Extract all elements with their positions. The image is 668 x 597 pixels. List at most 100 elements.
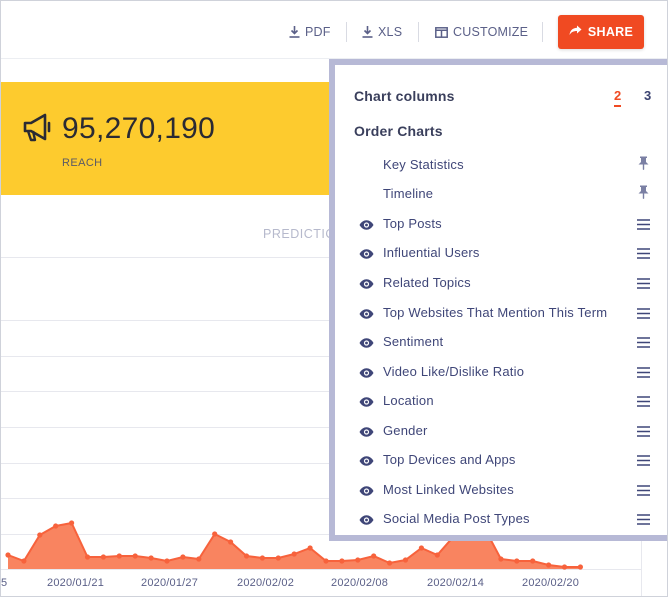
data-point[interactable]	[148, 555, 154, 561]
chart-order-item-label: Timeline	[383, 186, 434, 201]
data-point[interactable]	[387, 560, 393, 566]
chart-order-item[interactable]: Influential Users	[335, 242, 667, 264]
drag-handle-icon[interactable]	[637, 246, 650, 264]
data-point[interactable]	[418, 545, 424, 551]
chart-order-item[interactable]: Timeline	[335, 183, 667, 205]
chart-order-item[interactable]: Top Posts	[335, 213, 667, 235]
top-toolbar: PDF XLS CUSTOMIZE SHARE	[1, 1, 667, 59]
data-point[interactable]	[164, 558, 170, 564]
eye-icon[interactable]	[359, 246, 374, 264]
columns-icon	[435, 26, 448, 38]
download-icon	[289, 26, 300, 38]
toolbar-divider	[346, 22, 347, 42]
data-point[interactable]	[116, 553, 122, 559]
chart-order-item[interactable]: Location	[335, 390, 667, 412]
chart-order-item[interactable]: Related Topics	[335, 272, 667, 294]
drag-handle-icon[interactable]	[637, 453, 650, 471]
eye-icon[interactable]	[359, 335, 374, 353]
reach-label: REACH	[62, 157, 103, 169]
drag-handle-icon[interactable]	[637, 365, 650, 383]
data-point[interactable]	[307, 545, 313, 551]
drag-handle-icon[interactable]	[637, 306, 650, 324]
data-point[interactable]	[546, 562, 552, 568]
chart-order-item-label: Social Media Post Types	[383, 511, 530, 526]
drag-handle-icon[interactable]	[637, 394, 650, 412]
customize-button[interactable]: CUSTOMIZE	[435, 23, 528, 41]
eye-icon[interactable]	[359, 365, 374, 383]
data-point[interactable]	[577, 564, 584, 570]
data-point[interactable]	[212, 531, 218, 537]
share-button[interactable]: SHARE	[558, 15, 644, 49]
download-icon	[362, 26, 373, 38]
eye-icon[interactable]	[359, 453, 374, 471]
data-point[interactable]	[259, 555, 265, 561]
eye-icon[interactable]	[359, 276, 374, 294]
data-point[interactable]	[514, 558, 520, 564]
chart-order-item-label: Top Posts	[383, 216, 442, 231]
order-charts-title: Order Charts	[354, 123, 443, 139]
data-point[interactable]	[5, 552, 11, 558]
x-axis-tick-label: 2020/02/08	[331, 577, 389, 589]
chart-order-item-label: Sentiment	[383, 334, 444, 349]
data-point[interactable]	[323, 558, 329, 564]
drag-handle-icon[interactable]	[637, 483, 650, 501]
chart-order-item[interactable]: Video Like/Dislike Ratio	[335, 361, 667, 383]
chart-order-item-label: Related Topics	[383, 275, 471, 290]
eye-icon[interactable]	[359, 394, 374, 412]
pdf-download-button[interactable]: PDF	[289, 23, 331, 41]
eye-icon[interactable]	[359, 217, 374, 235]
chart-order-item-label: Gender	[383, 423, 428, 438]
x-axis-tick-label: 2020/01/27	[141, 577, 199, 589]
share-label: SHARE	[587, 25, 634, 39]
data-point[interactable]	[196, 556, 202, 562]
data-point[interactable]	[69, 520, 75, 526]
xls-download-button[interactable]: XLS	[362, 23, 402, 41]
drag-handle-icon[interactable]	[637, 276, 650, 294]
chart-order-item[interactable]: Sentiment	[335, 331, 667, 353]
eye-icon[interactable]	[359, 483, 374, 501]
chart-order-item[interactable]: Social Media Post Types	[335, 508, 667, 530]
data-point[interactable]	[291, 551, 297, 557]
data-point[interactable]	[561, 564, 568, 570]
chart-border	[641, 537, 642, 596]
drag-handle-icon[interactable]	[637, 512, 650, 530]
chart-order-item[interactable]: Key Statistics	[335, 154, 667, 176]
customize-panel: Chart columns 2 3 Order Charts Key Stati…	[329, 59, 667, 541]
chart-order-item[interactable]: Top Devices and Apps	[335, 449, 667, 471]
chart-order-item-label: Location	[383, 393, 434, 408]
data-point[interactable]	[21, 558, 27, 564]
data-point[interactable]	[243, 553, 250, 559]
data-point[interactable]	[53, 523, 59, 529]
data-point[interactable]	[84, 554, 91, 560]
eye-icon[interactable]	[359, 424, 374, 442]
eye-icon[interactable]	[359, 306, 374, 324]
drag-handle-icon[interactable]	[637, 335, 650, 353]
drag-handle-icon[interactable]	[637, 424, 650, 442]
data-point[interactable]	[530, 558, 536, 564]
data-point[interactable]	[228, 539, 234, 545]
data-point[interactable]	[275, 555, 281, 561]
data-point[interactable]	[355, 557, 361, 563]
eye-icon[interactable]	[359, 512, 374, 530]
data-point[interactable]	[180, 554, 186, 560]
chart-order-item[interactable]: Gender	[335, 420, 667, 442]
data-point[interactable]	[434, 552, 440, 558]
pdf-label: PDF	[305, 25, 331, 39]
data-point[interactable]	[498, 556, 504, 562]
data-point[interactable]	[339, 558, 345, 564]
toolbar-divider	[542, 22, 543, 42]
chart-order-item[interactable]: Top Websites That Mention This Term	[335, 302, 667, 324]
data-point[interactable]	[37, 532, 43, 538]
data-point[interactable]	[402, 557, 409, 563]
data-point[interactable]	[100, 554, 106, 560]
data-point[interactable]	[132, 553, 138, 559]
chart-order-item-label: Most Linked Websites	[383, 482, 514, 497]
x-axis-tick-label: 2020/02/14	[427, 577, 485, 589]
reach-value: 95,270,190	[62, 112, 216, 145]
column-option-2[interactable]: 2	[614, 88, 622, 107]
drag-handle-icon[interactable]	[637, 217, 650, 235]
column-option-3[interactable]: 3	[644, 88, 651, 103]
chart-order-item[interactable]: Most Linked Websites	[335, 479, 667, 501]
chart-order-item-label: Key Statistics	[383, 157, 464, 172]
data-point[interactable]	[371, 553, 377, 559]
